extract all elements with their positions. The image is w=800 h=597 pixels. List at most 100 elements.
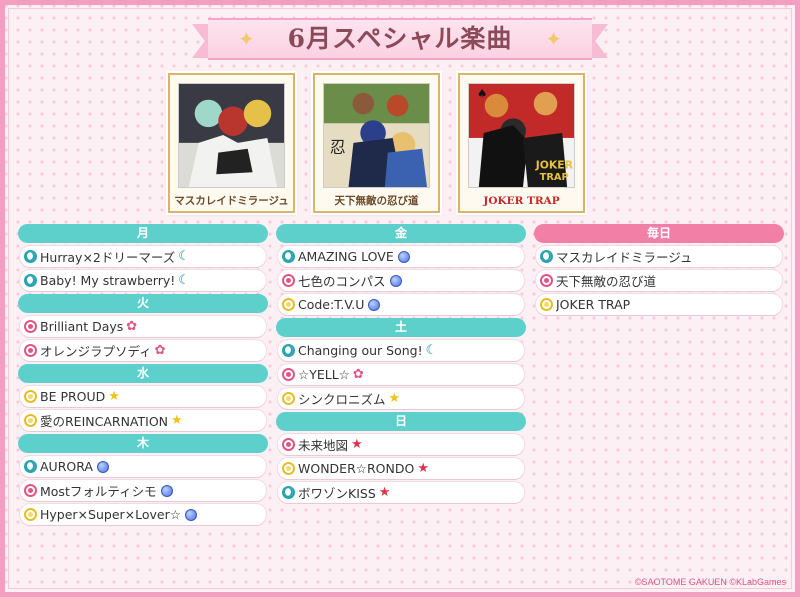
flower-icon [24, 320, 37, 333]
album-cover-art: JOKER TRAP ♠ [468, 83, 575, 188]
sun-icon [282, 462, 295, 475]
song-row[interactable]: 未来地図 ★ [278, 434, 524, 455]
star-icon: ★ [388, 391, 401, 406]
album-card-joker-trap[interactable]: JOKER TRAP ♠ JOKER TRAP [458, 73, 585, 213]
song-row[interactable]: AMAZING LOVE [278, 246, 524, 267]
svg-text:♠: ♠ [477, 87, 488, 101]
song-row[interactable]: Mostフォルティシモ [20, 480, 266, 501]
song-title: 未来地図 [298, 438, 349, 453]
song-title: Hurray×2ドリーマーズ [40, 250, 176, 265]
song-title: オレンジラプソディ [40, 344, 152, 359]
moon-icon [540, 250, 553, 263]
song-title: ボワゾンKISS [298, 486, 376, 501]
song-title: マスカレイドミラージュ [556, 250, 693, 265]
song-row[interactable]: 七色のコンパス [278, 270, 524, 291]
title-ribbon: 6月スペシャル楽曲 ✦ ✦ [192, 14, 608, 64]
day-header-fri: 金 [276, 224, 526, 243]
page-title: 6月スペシャル楽曲 [287, 24, 513, 53]
star-icon: ★ [171, 413, 183, 428]
song-row[interactable]: Brilliant Days ✿ [20, 316, 266, 337]
song-row[interactable]: Code:T.V.U [278, 294, 524, 315]
song-title: Changing our Song! [298, 343, 423, 358]
globe-icon [184, 508, 197, 521]
song-title: シンクロニズム [298, 392, 386, 407]
album-caption: マスカレイドミラージュ [174, 195, 289, 207]
moon-icon [24, 274, 37, 287]
album-cover-art [178, 83, 285, 188]
flower-icon [282, 274, 295, 287]
schedule-column-3: 毎日 マスカレイドミラージュ 天下無敵の忍び道 JOKER TRAP [534, 224, 784, 318]
song-title: BE PROUD [40, 389, 106, 404]
globe-icon [397, 250, 410, 263]
red-star-icon: ★ [417, 461, 429, 476]
song-row[interactable]: シンクロニズム ★ [278, 388, 524, 409]
flower-icon: ✿ [352, 367, 364, 382]
sun-icon [282, 298, 295, 311]
globe-icon [368, 298, 381, 311]
schedule-column-2: 金 AMAZING LOVE 七色のコンパス Code:T.V.U 土 Chan… [276, 224, 526, 506]
song-row[interactable]: ボワゾンKISS ★ [278, 482, 524, 503]
song-title: Mostフォルティシモ [40, 484, 157, 499]
song-row[interactable]: Changing our Song! ☾ [278, 340, 524, 361]
moon-icon [24, 250, 37, 263]
flower-icon [282, 368, 295, 381]
song-row[interactable]: AURORA [20, 456, 266, 477]
moon-icon: ☾ [178, 249, 190, 264]
song-title: WONDER☆RONDO [298, 461, 415, 476]
song-row[interactable]: ☆YELL☆ ✿ [278, 364, 524, 385]
song-row[interactable]: マスカレイドミラージュ [536, 246, 782, 267]
album-caption: JOKER TRAP [483, 195, 560, 207]
day-header-mon: 月 [18, 224, 268, 243]
album-caption: 天下無敵の忍び道 [334, 195, 419, 207]
moon-icon [282, 250, 295, 263]
flower-icon [24, 484, 37, 497]
song-title: Code:T.V.U [298, 297, 365, 312]
day-header-wed: 水 [18, 364, 268, 383]
song-title: JOKER TRAP [556, 297, 631, 312]
song-title: 七色のコンパス [298, 274, 386, 289]
sun-icon [540, 298, 553, 311]
schedule-column-1: 月 Hurray×2ドリーマーズ ☾ Baby! My strawberry! … [18, 224, 268, 528]
flower-icon [24, 344, 37, 357]
copyright-notice: ©SAOTOME GAKUEN ©KLabGames [634, 577, 786, 587]
sun-icon [24, 414, 37, 427]
song-row[interactable]: オレンジラプソディ ✿ [20, 340, 266, 361]
song-row[interactable]: 天下無敵の忍び道 [536, 270, 782, 291]
flower-icon [282, 438, 295, 451]
moon-icon: ☾ [178, 273, 190, 288]
flower-icon: ✿ [126, 319, 138, 334]
flower-icon [540, 274, 553, 287]
globe-icon [160, 484, 173, 497]
album-card-masquerade[interactable]: マスカレイドミラージュ [168, 73, 295, 213]
song-title: Baby! My strawberry! [40, 273, 176, 288]
song-title: 天下無敵の忍び道 [556, 274, 657, 289]
star-icon: ★ [108, 389, 120, 404]
svg-text:忍: 忍 [330, 138, 346, 157]
song-row[interactable]: Baby! My strawberry! ☾ [20, 270, 266, 291]
day-header-sun: 日 [276, 412, 526, 431]
song-row[interactable]: Hyper×Super×Lover☆ [20, 504, 266, 525]
moon-icon [282, 486, 295, 499]
day-header-tue: 火 [18, 294, 268, 313]
red-star-icon: ★ [351, 437, 363, 452]
day-header-everyday: 毎日 [534, 224, 784, 243]
song-row[interactable]: 愛のREINCARNATION ★ [20, 410, 266, 431]
day-header-thu: 木 [18, 434, 268, 453]
song-row[interactable]: JOKER TRAP [536, 294, 782, 315]
song-title: AURORA [40, 459, 93, 474]
song-title: AMAZING LOVE [298, 249, 394, 264]
moon-icon: ☾ [425, 343, 438, 358]
sparkle-icon: ✦ [238, 27, 255, 51]
svg-text:TRAP: TRAP [540, 172, 569, 183]
song-row[interactable]: Hurray×2ドリーマーズ ☾ [20, 246, 266, 267]
moon-icon [24, 460, 37, 473]
moon-icon [282, 344, 295, 357]
red-star-icon: ★ [378, 485, 391, 500]
song-title: Hyper×Super×Lover☆ [40, 507, 181, 522]
album-card-shinobi[interactable]: 忍 天下無敵の忍び道 [313, 73, 440, 213]
globe-icon [96, 460, 109, 473]
song-row[interactable]: WONDER☆RONDO ★ [278, 458, 524, 479]
day-header-sat: 土 [276, 318, 526, 337]
flower-icon: ✿ [154, 343, 166, 358]
song-row[interactable]: BE PROUD ★ [20, 386, 266, 407]
